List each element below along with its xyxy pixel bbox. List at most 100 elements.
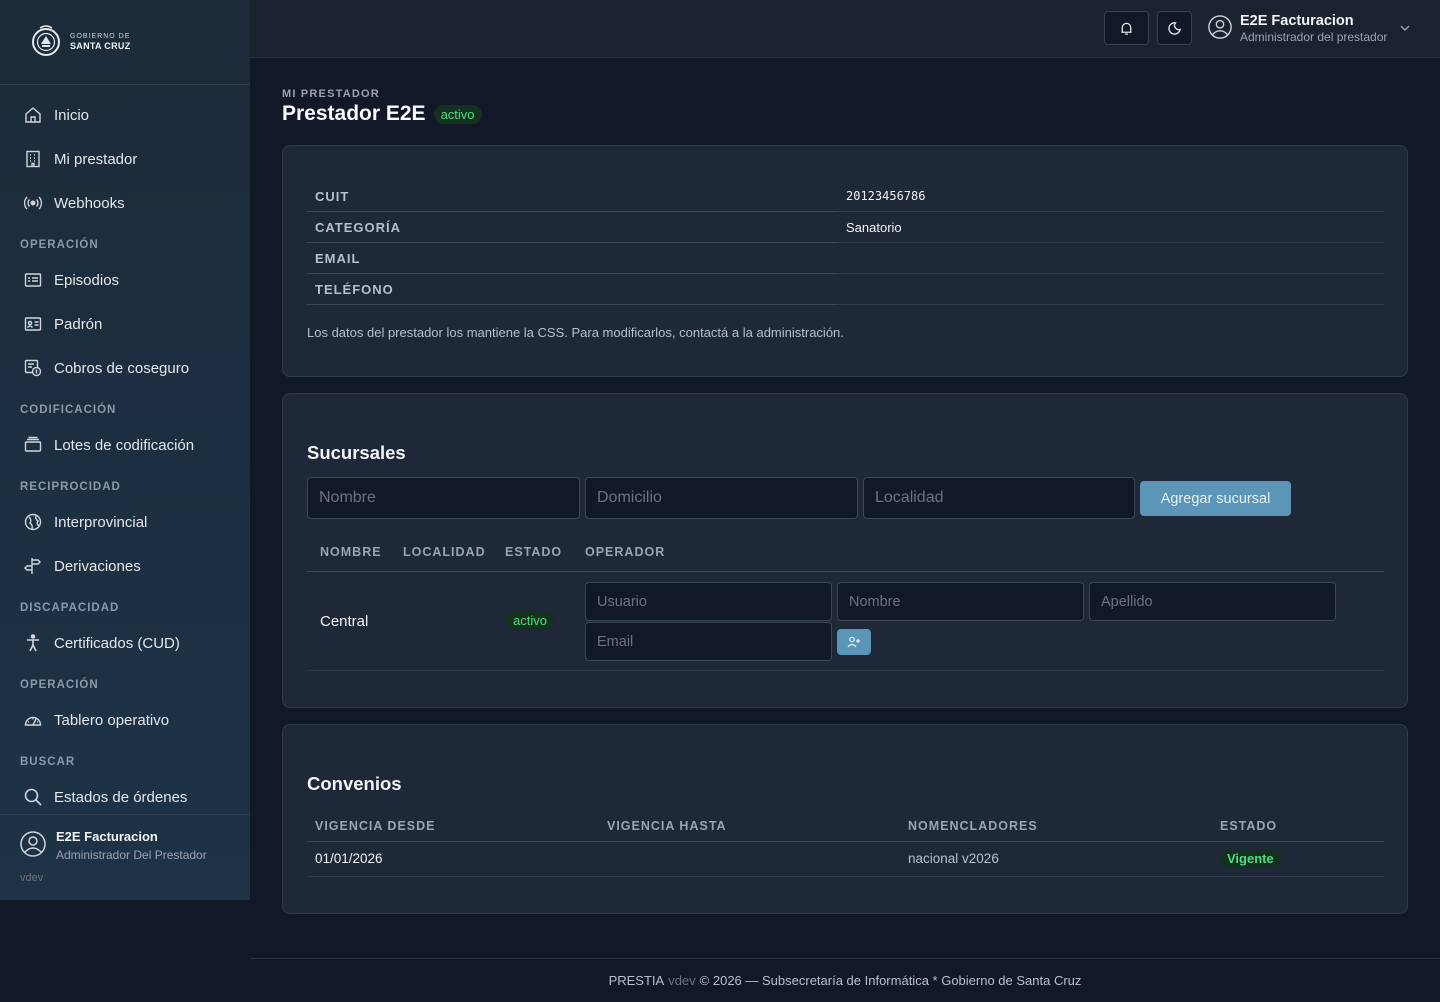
convenios-card: Convenios VIGENCIA DESDE VIGENCIA HASTA … [282,724,1408,914]
user-plus-icon [847,636,860,648]
page-title: Prestador E2E [282,102,426,125]
theme-toggle-button[interactable] [1157,11,1192,45]
signpost-icon [24,558,41,574]
home-icon [25,107,41,123]
notifications-button[interactable] [1104,11,1149,45]
column-header-estado: ESTADO [1220,819,1278,833]
operador-usuario-input[interactable]: Usuario [585,582,832,621]
sidebar-item-cobros-coseguro[interactable]: Cobros de coseguro [0,346,250,390]
info-row-telefono: TELÉFONO [307,274,1384,305]
sidebar-item-label: Estados de órdenes [54,788,188,806]
gauge-icon [24,716,42,726]
sidebar-item-label: Lotes de codificación [54,436,195,454]
accessibility-icon [27,634,39,652]
operador-nombre-input[interactable]: Nombre [837,582,1084,621]
bell-icon [1121,22,1132,35]
sidebar-item-certificados-cud[interactable]: Certificados (CUD) [0,621,250,665]
stack-icon [24,436,42,452]
info-key: CATEGORÍA [307,212,838,243]
sidebar-item-label: Padrón [54,315,103,333]
topbar-user-role: Administrador del prestador [1240,30,1388,44]
building-icon [26,150,40,168]
add-sucursal-button[interactable]: Agregar sucursal [1140,481,1291,516]
convenio-desde: 01/01/2026 [315,851,383,866]
sidebar-item-derivaciones[interactable]: Derivaciones [0,544,250,588]
info-table: CUIT 20123456786 CATEGORÍA Sanatorio EMA… [307,181,1384,305]
section-operacion-2: OPERACIÓN [20,679,99,691]
operador-email-input[interactable]: Email [585,622,832,661]
sucursal-domicilio-input[interactable]: Domicilio [585,477,858,519]
list-card-icon [24,273,42,287]
footer: PRESTIA vdev © 2026 — Subsecretaría de I… [250,958,1440,1002]
info-row-email: EMAIL [307,243,1384,274]
info-key: TELÉFONO [307,274,838,305]
operador-apellido-input[interactable]: Apellido [1089,582,1336,621]
sidebar-item-label: Episodios [54,271,120,289]
info-key: EMAIL [307,243,838,274]
table-divider [307,571,1384,572]
column-header-localidad: LOCALIDAD [403,545,486,559]
section-buscar: BUSCAR [20,756,76,768]
sucursal-nombre-input[interactable]: Nombre [307,477,580,519]
main-content: MI PRESTADOR Prestador E2E activo CUIT 2… [282,58,1408,914]
add-operador-button[interactable] [837,629,871,655]
convenio-status-badge: Vigente [1220,849,1281,868]
user-menu[interactable]: E2E Facturacion Administrador del presta… [1208,13,1411,44]
topbar: E2E Facturacion Administrador del presta… [250,0,1440,58]
sucursales-card: Sucursales Nombre Domicilio Localidad Ag… [282,393,1408,708]
sidebar-item-lotes-codificacion[interactable]: Lotes de codificación [0,423,250,467]
section-reciprocidad: RECIPROCIDAD [20,481,121,493]
sucursal-status-badge: activo [506,611,554,630]
sidebar-item-label: Derivaciones [54,557,141,575]
section-operacion: OPERACIÓN [20,239,99,251]
globe-icon [24,513,42,531]
sidebar-item-inicio[interactable]: Inicio [0,93,250,137]
coin-icon [24,359,42,377]
convenios-title: Convenios [307,773,402,794]
column-header-vigencia-hasta: VIGENCIA HASTA [607,819,727,833]
sidebar-user[interactable]: E2E Facturacion Administrador Del Presta… [0,814,250,900]
info-row-cuit: CUIT 20123456786 [307,181,1384,212]
sidebar-item-interprovincial[interactable]: Interprovincial [0,500,250,544]
footer-version: vdev [668,973,696,988]
sidebar-item-mi-prestador[interactable]: Mi prestador [0,137,250,181]
column-header-nombre: NOMBRE [320,545,382,559]
info-row-categoria: CATEGORÍA Sanatorio [307,212,1384,243]
sucursal-localidad-input[interactable]: Localidad [863,477,1135,519]
info-value: Sanatorio [838,212,1384,243]
convenio-nomencladores: nacional v2026 [908,851,999,866]
footer-brand: PRESTIA [608,973,665,988]
sidebar-item-label: Inicio [54,106,90,124]
sidebar-user-name: E2E Facturacion [56,829,158,844]
sidebar-item-webhooks[interactable]: Webhooks [0,181,250,225]
info-value [838,274,1384,305]
info-value [838,243,1384,274]
footer-text: © 2026 — Subsecretaría de Informática * … [699,973,1082,988]
section-codificacion: CODIFICACIÓN [20,404,117,416]
sidebar-item-label: Mi prestador [54,150,138,168]
sidebar-item-padron[interactable]: Padrón [0,302,250,346]
provincial-seal-icon [32,25,60,56]
logo[interactable]: GOBIERNO DE SANTA CRUZ [0,0,250,85]
info-note: Los datos del prestador los mantiene la … [307,325,844,340]
sidebar-user-role: Administrador Del Prestador [56,848,207,862]
sidebar-item-label: Tablero operativo [54,711,170,729]
sidebar-item-estados-ordenes[interactable]: Estados de órdenes [0,775,250,819]
sidebar-item-label: Webhooks [54,194,125,212]
column-header-estado: ESTADO [505,545,563,559]
sidebar-item-episodios[interactable]: Episodios [0,258,250,302]
info-value: 20123456786 [838,181,1384,212]
page-eyebrow: MI PRESTADOR [282,88,380,100]
sidebar-item-tablero-operativo[interactable]: Tablero operativo [0,698,250,742]
sidebar: GOBIERNO DE SANTA CRUZ Inicio Mi prestad… [0,0,250,900]
section-discapacidad: DISCAPACIDAD [20,602,120,614]
info-key: CUIT [307,181,838,212]
table-row-divider [307,670,1384,671]
sidebar-item-label: Certificados (CUD) [54,634,180,652]
id-card-icon [24,317,42,331]
column-header-vigencia-desde: VIGENCIA DESDE [315,819,436,833]
user-avatar-icon [20,831,46,857]
sidebar-item-label: Interprovincial [54,513,148,531]
status-badge: activo [433,104,482,124]
logo-line-1: GOBIERNO DE [70,33,131,40]
